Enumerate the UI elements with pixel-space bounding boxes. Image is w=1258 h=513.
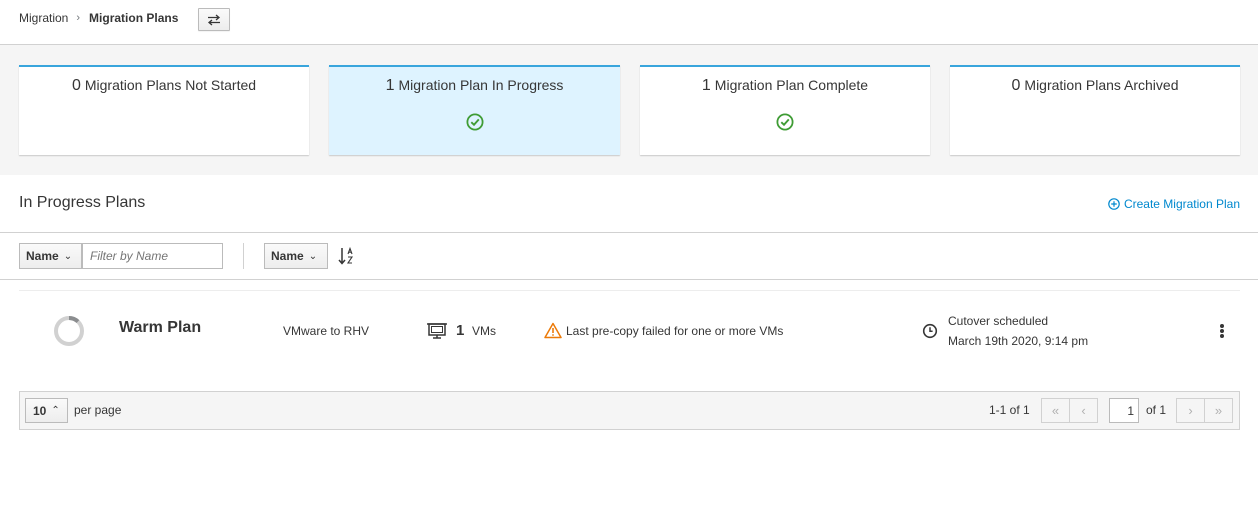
double-chevron-left-icon: «: [1051, 403, 1060, 418]
clock-icon: [922, 323, 938, 339]
progress-spinner-icon: [54, 316, 84, 346]
filter-input[interactable]: [82, 243, 223, 269]
breadcrumb-migration-link[interactable]: Migration: [19, 11, 68, 25]
toolbar-separator: [243, 243, 244, 269]
section-title: In Progress Plans: [19, 194, 146, 211]
check-circle-icon: [776, 113, 794, 131]
card-title: 1 Migration Plan Complete: [640, 77, 930, 95]
sort-field-label: Name: [271, 249, 304, 263]
warning-triangle-icon: [544, 322, 562, 339]
card-label: Migration Plan Complete: [714, 77, 869, 93]
per-page-dropdown[interactable]: 10 ⌃: [25, 398, 68, 423]
breadcrumb: Migration › Migration Plans: [19, 10, 178, 26]
plus-circle-icon: [1108, 198, 1120, 210]
current-page-input[interactable]: [1109, 398, 1139, 423]
card-label: Migration Plan In Progress: [398, 77, 564, 93]
per-page-label: per page: [74, 403, 122, 417]
filter-field-label: Name: [26, 249, 59, 263]
breadcrumb-separator-icon: ›: [76, 12, 81, 24]
chevron-down-icon: ⌄: [63, 250, 73, 262]
double-chevron-right-icon: »: [1214, 403, 1223, 418]
plan-description: VMware to RHV: [283, 324, 370, 338]
chevron-up-icon: ⌃: [51, 405, 60, 416]
kebab-menu-icon[interactable]: [1217, 323, 1227, 339]
chevron-down-icon: ⌄: [308, 250, 318, 262]
card-title: 0 Migration Plans Archived: [950, 77, 1240, 95]
check-circle-icon: [466, 113, 484, 131]
aggregate-cards: 0 Migration Plans Not Started 1 Migration …: [0, 45, 1258, 175]
create-migration-plan-label: Create Migration Plan: [1123, 197, 1240, 211]
plan-warning-text: Last pre-copy failed for one or more VMs: [566, 324, 784, 338]
breadcrumb-current: Migration Plans: [89, 11, 179, 25]
pagination-bar: 10 ⌃ per page 1-1 of 1 « ‹ of 1 › »: [19, 391, 1240, 430]
previous-page-button[interactable]: ‹: [1069, 398, 1098, 423]
swap-arrows-icon: [207, 14, 221, 25]
plan-name-link[interactable]: Warm Plan: [119, 319, 201, 337]
screen-vms-icon: [427, 323, 447, 339]
schedule-date: March 19th 2020, 9:14 pm: [948, 334, 1089, 348]
filter-field-dropdown[interactable]: Name ⌄: [19, 243, 82, 269]
card-archived[interactable]: 0 Migration Plans Archived: [950, 65, 1240, 155]
pagination-range: 1-1 of 1: [989, 403, 1030, 417]
card-in-progress[interactable]: 1 Migration Plan In Progress: [329, 65, 620, 155]
next-page-button[interactable]: ›: [1176, 398, 1205, 423]
chevron-right-icon: ›: [1188, 403, 1193, 418]
schedule-label: Cutover scheduled: [948, 314, 1049, 328]
sort-alpha-asc-icon[interactable]: [338, 246, 356, 266]
per-page-value: 10: [33, 403, 47, 418]
vm-count: 1: [456, 322, 465, 339]
card-count: 0: [1011, 77, 1021, 94]
card-label: Migration Plans Archived: [1024, 77, 1179, 93]
create-migration-plan-link[interactable]: Create Migration Plan: [1108, 197, 1240, 211]
chevron-left-icon: ‹: [1081, 403, 1086, 418]
card-not-started[interactable]: 0 Migration Plans Not Started: [19, 65, 309, 155]
total-pages: of 1: [1146, 403, 1167, 417]
card-complete[interactable]: 1 Migration Plan Complete: [640, 65, 930, 155]
card-title: 1 Migration Plan In Progress: [329, 77, 620, 95]
sort-field-dropdown[interactable]: Name ⌄: [264, 243, 328, 269]
card-label: Migration Plans Not Started: [84, 77, 257, 93]
last-page-button[interactable]: »: [1204, 398, 1233, 423]
card-title: 0 Migration Plans Not Started: [19, 77, 309, 95]
card-count: 0: [71, 77, 81, 94]
swap-view-button[interactable]: [198, 8, 230, 31]
toolbar-top-divider: [0, 232, 1258, 233]
vm-label: VMs: [472, 324, 496, 338]
card-count: 1: [385, 77, 395, 94]
toolbar-bottom-divider: [0, 279, 1258, 280]
first-page-button[interactable]: «: [1041, 398, 1070, 423]
card-count: 1: [701, 77, 711, 94]
list-row-top-border: [19, 290, 1240, 291]
